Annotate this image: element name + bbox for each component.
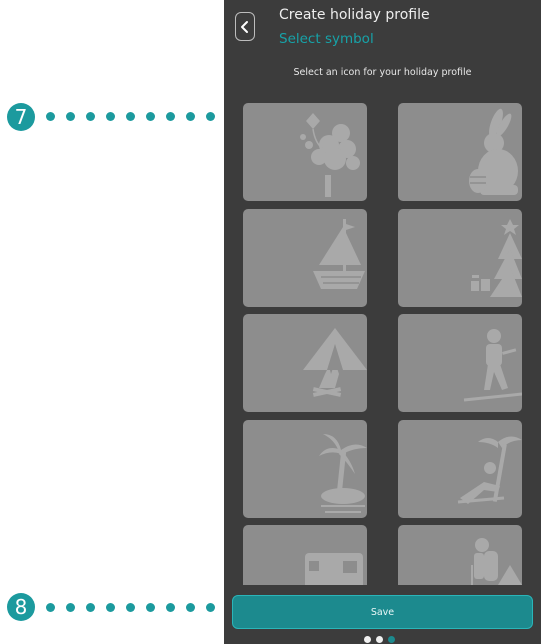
pagination-dot-1 bbox=[364, 636, 371, 643]
palm-island-icon bbox=[319, 434, 367, 513]
pagination-dots bbox=[364, 636, 395, 643]
pagination-dot-3 bbox=[388, 636, 395, 643]
beach-lounger-icon bbox=[457, 436, 522, 504]
sailboat-icon bbox=[313, 219, 365, 289]
callout-badge-8: 8 bbox=[7, 593, 35, 621]
icon-tile-palm-island[interactable] bbox=[243, 420, 367, 518]
instruction-text: Select an icon for your holiday profile bbox=[293, 67, 472, 78]
icon-tile-christmas-tree[interactable] bbox=[398, 209, 522, 307]
callout-badge-7: 7 bbox=[7, 103, 35, 131]
easter-bunny-icon bbox=[469, 108, 518, 195]
kite-tree-autumn-icon bbox=[300, 113, 360, 197]
callout-leader-7 bbox=[46, 110, 238, 122]
save-button[interactable]: Save bbox=[232, 595, 533, 629]
christmas-tree-icon bbox=[471, 219, 522, 297]
chevron-left-icon bbox=[241, 20, 248, 33]
skier-icon bbox=[463, 329, 522, 402]
icon-tile-beach-lounger[interactable] bbox=[398, 420, 522, 518]
icon-tile-skier[interactable] bbox=[398, 314, 522, 412]
icon-tile-tent[interactable] bbox=[243, 314, 367, 412]
icon-tile-easter-bunny[interactable] bbox=[398, 103, 522, 201]
tent-campfire-icon bbox=[303, 328, 367, 397]
page-subtitle: Select symbol bbox=[279, 31, 374, 47]
page-title: Create holiday profile bbox=[279, 7, 430, 23]
callout-leader-8 bbox=[46, 601, 238, 613]
pagination-dot-2 bbox=[376, 636, 383, 643]
phone-screen: Create holiday profile Select symbol Sel… bbox=[224, 0, 541, 644]
back-button[interactable] bbox=[235, 12, 255, 41]
icon-tile-sailboat[interactable] bbox=[243, 209, 367, 307]
icon-tile-kite-tree[interactable] bbox=[243, 103, 367, 201]
